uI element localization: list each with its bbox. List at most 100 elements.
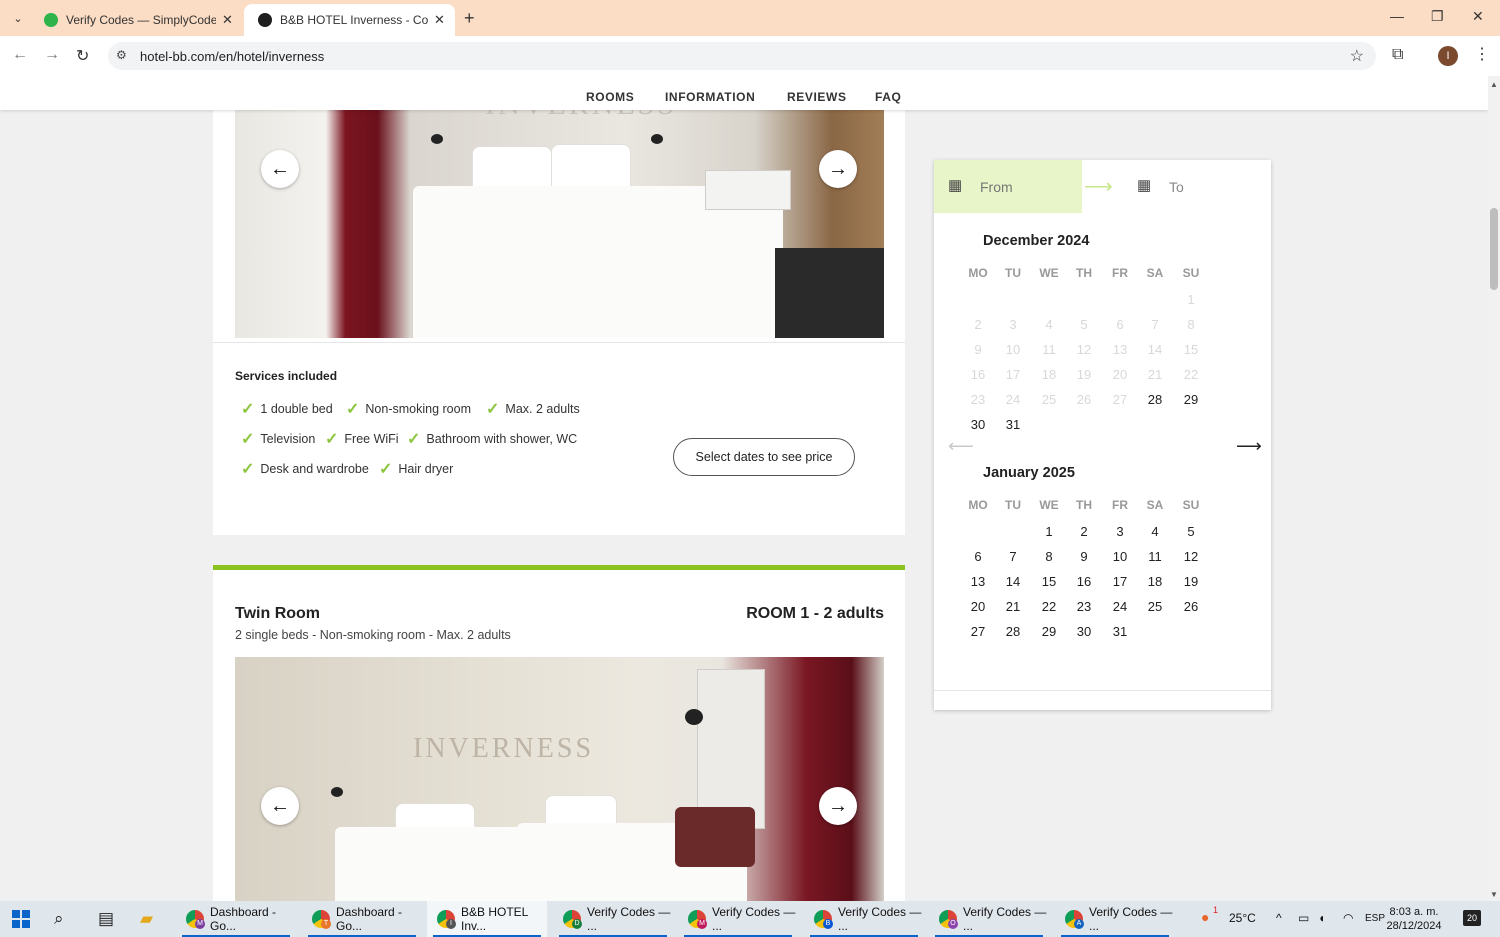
taskbar-chrome-window[interactable]: D Verify Codes — ... [553,901,673,937]
wall-lamp [331,787,343,797]
minimize-icon[interactable]: — [1390,8,1404,24]
tab-verify-codes[interactable]: Verify Codes — SimplyCodes ✕ [30,4,243,36]
calendar-day[interactable]: 29 [1173,392,1209,407]
page-scrollbar[interactable]: ▲ ▼ [1488,76,1500,901]
language-indicator[interactable]: ESP [1365,913,1385,924]
nav-reviews-link[interactable]: REVIEWS [787,90,847,104]
network-icon[interactable]: ◠ [1343,911,1353,925]
calendar-day[interactable]: 31 [1102,624,1138,639]
calendar-day[interactable]: 3 [1102,524,1138,539]
calendar-day[interactable]: 30 [1066,624,1102,639]
calendar-day[interactable]: 16 [1066,574,1102,589]
weather-icon[interactable]: ● [1201,909,1209,925]
tab-bb-hotel[interactable]: B&B HOTEL Inverness - Comfor ✕ [244,4,455,36]
calendar-day[interactable]: 12 [1173,549,1209,564]
calendar-day[interactable]: 27 [960,624,996,639]
calendar-day[interactable]: 8 [1031,549,1067,564]
photo-prev-arrow-icon[interactable]: ← [261,787,299,825]
tab-title: B&B HOTEL Inverness - Comfor [280,13,428,27]
back-arrow-icon[interactable]: ← [12,46,28,64]
previous-month-arrow-icon[interactable]: ⟵ [948,436,974,457]
next-month-arrow-icon[interactable]: ⟶ [1236,436,1262,457]
forward-arrow-icon[interactable]: → [44,46,60,64]
weather-badge: 1 [1213,905,1219,915]
task-view-icon[interactable]: ▤ [98,909,114,929]
scrollbar-thumb[interactable] [1490,208,1498,290]
chrome-icon: D [563,910,582,929]
taskbar-chrome-window[interactable]: O Verify Codes — ... [929,901,1049,937]
taskbar-chrome-window[interactable]: A Verify Codes — ... [1055,901,1175,937]
profile-badge: I [446,919,456,929]
calendar-day[interactable]: 9 [1066,549,1102,564]
calendar-day[interactable]: 15 [1031,574,1067,589]
calendar-day[interactable]: 18 [1137,574,1173,589]
calendar-day[interactable]: 1 [1031,524,1067,539]
site-info-icon[interactable]: ⚙ [116,48,127,62]
new-tab-plus-icon[interactable]: + [464,8,475,29]
calendar-day[interactable]: 17 [1102,574,1138,589]
taskbar-chrome-window[interactable]: B Verify Codes — ... [804,901,924,937]
maximize-icon[interactable]: ❐ [1431,8,1444,25]
calendar-day[interactable]: 28 [995,624,1031,639]
calendar-day[interactable]: 26 [1173,599,1209,614]
from-label[interactable]: From [980,179,1013,195]
taskbar-chrome-window[interactable]: I B&B HOTEL Inv... [427,901,547,937]
close-window-icon[interactable]: ✕ [1472,8,1484,25]
calendar-day[interactable]: 6 [960,549,996,564]
reload-icon[interactable]: ↻ [76,46,89,66]
calendar-day[interactable]: 11 [1137,549,1173,564]
meet-now-icon[interactable]: ▭ [1298,911,1309,925]
calendar-day[interactable]: 20 [960,599,996,614]
search-icon[interactable]: ⌕ [54,909,64,929]
calendar-day[interactable]: 31 [995,417,1031,432]
system-clock[interactable]: 8:03 a. m. 28/12/2024 [1384,905,1444,933]
browser-menu-icon[interactable]: ⋮ [1474,44,1490,64]
photo-next-arrow-icon[interactable]: → [819,150,857,188]
calendar-day[interactable]: 23 [1066,599,1102,614]
calendar-day[interactable]: 10 [1102,549,1138,564]
calendar-day[interactable]: 19 [1173,574,1209,589]
calendar-day[interactable]: 13 [960,574,996,589]
calendar-icon: ▦ [948,177,963,194]
speaker-icon[interactable]: ◖ [1318,911,1325,925]
calendar-day[interactable]: 4 [1137,524,1173,539]
address-bar[interactable]: ⚙ hotel-bb.com/en/hotel/inverness ☆ [108,42,1376,70]
bed [335,827,535,901]
temperature[interactable]: 25°C [1229,911,1256,925]
calendar-day[interactable]: 5 [1173,524,1209,539]
calendar-day[interactable]: 28 [1137,392,1173,407]
tab-search-chevron-icon[interactable]: ⌄ [6,6,30,30]
calendar-day[interactable]: 7 [995,549,1031,564]
notification-center-icon[interactable]: 20 [1463,910,1481,926]
scroll-down-icon[interactable]: ▼ [1490,890,1498,899]
profile-avatar[interactable]: I [1438,46,1458,66]
photo-next-arrow-icon[interactable]: → [819,787,857,825]
photo-prev-arrow-icon[interactable]: ← [261,150,299,188]
calendar-day[interactable]: 14 [995,574,1031,589]
weekday-header: TH [1076,266,1092,280]
url-text[interactable]: hotel-bb.com/en/hotel/inverness [140,49,324,64]
select-dates-button[interactable]: Select dates to see price [673,438,855,476]
nav-faq-link[interactable]: FAQ [875,90,901,104]
file-explorer-icon[interactable]: ▰ [140,909,153,929]
calendar-day[interactable]: 22 [1031,599,1067,614]
nav-information-link[interactable]: INFORMATION [665,90,755,104]
bookmark-star-icon[interactable]: ☆ [1350,46,1364,66]
calendar-day[interactable]: 25 [1137,599,1173,614]
scroll-up-icon[interactable]: ▲ [1490,80,1498,89]
taskbar-chrome-window[interactable]: M Verify Codes — ... [678,901,798,937]
close-tab-icon[interactable]: ✕ [222,12,233,28]
nav-rooms-link[interactable]: ROOMS [586,90,634,104]
close-tab-icon[interactable]: ✕ [434,12,445,28]
calendar-day[interactable]: 29 [1031,624,1067,639]
calendar-day[interactable]: 21 [995,599,1031,614]
taskbar-chrome-window[interactable]: T Dashboard - Go... [302,901,422,937]
taskbar-chrome-window[interactable]: M Dashboard - Go... [176,901,296,937]
calendar-day[interactable]: 30 [960,417,996,432]
show-hidden-icons-chevron-icon[interactable]: ^ [1276,911,1282,925]
calendar-day[interactable]: 24 [1102,599,1138,614]
calendar-day[interactable]: 2 [1066,524,1102,539]
windows-start-icon[interactable] [12,910,30,928]
extensions-puzzle-icon[interactable]: ⧉ [1392,46,1403,64]
to-label[interactable]: To [1169,179,1184,195]
